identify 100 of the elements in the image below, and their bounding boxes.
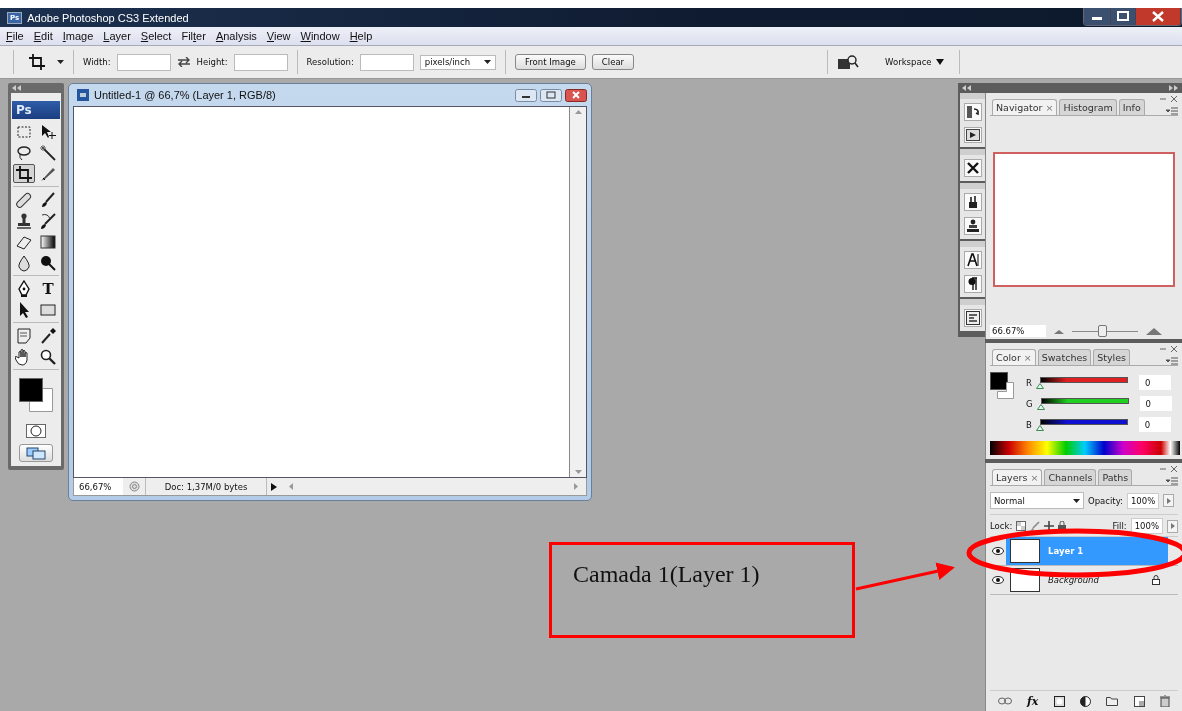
caret-icon[interactable] <box>57 60 64 64</box>
menu-item[interactable]: Edit <box>33 30 53 42</box>
navigator-zoom-field[interactable]: 66.67% <box>990 325 1046 337</box>
menu-item[interactable]: Help <box>349 30 373 42</box>
link-icon[interactable] <box>997 697 1012 705</box>
panel-menu-icon[interactable] <box>1166 107 1178 115</box>
layer-name: Background <box>1048 575 1099 585</box>
fill-arrow-button[interactable] <box>1167 519 1178 533</box>
panel-tab[interactable]: Layers × <box>992 469 1043 485</box>
play-icon <box>1166 497 1171 504</box>
option-button[interactable]: Clear <box>591 54 635 70</box>
collapse-icon[interactable] <box>962 85 971 91</box>
slider-thumb[interactable] <box>1035 382 1044 389</box>
character-panel-button[interactable] <box>963 251 982 269</box>
menu-item[interactable]: Window <box>300 30 340 42</box>
folder-icon[interactable] <box>1106 696 1119 706</box>
panel-tab[interactable]: Swatches <box>1037 349 1092 365</box>
opacity-arrow-button[interactable] <box>1163 494 1175 507</box>
eye-icon[interactable] <box>992 576 1004 584</box>
lock-transparency-icon[interactable] <box>1016 521 1027 531</box>
panel-menu-icon[interactable] <box>1166 477 1178 485</box>
tool-button[interactable] <box>13 164 35 183</box>
caret-icon <box>484 60 492 64</box>
bridge-icon[interactable] <box>837 54 860 70</box>
dodge-icon <box>39 253 57 272</box>
minimize-icon[interactable] <box>1084 8 1111 25</box>
right-arrow-icon <box>574 483 578 490</box>
menu-item[interactable]: Analysis <box>215 30 257 42</box>
slider-thumb[interactable] <box>1036 403 1045 410</box>
panel-tab[interactable]: Channels <box>1044 469 1097 485</box>
channel-value-field[interactable]: 0 <box>1138 417 1171 432</box>
color-spectrum[interactable] <box>990 441 1180 455</box>
close-icon[interactable] <box>1136 8 1181 25</box>
layer-comps-button[interactable] <box>963 309 982 327</box>
background-color-swatch[interactable] <box>997 382 1014 399</box>
slider-thumb[interactable] <box>1035 424 1044 431</box>
close-icon[interactable] <box>1170 345 1178 353</box>
menu-item[interactable]: Layer <box>103 30 131 42</box>
quick-mask-button[interactable] <box>26 424 46 438</box>
menu-item[interactable]: View <box>266 30 291 42</box>
panel-tab[interactable]: Info <box>1118 99 1145 115</box>
brushes-panel-button[interactable] <box>963 193 982 211</box>
resolution-field[interactable] <box>359 53 414 71</box>
panel-tab[interactable]: Styles <box>1093 349 1130 365</box>
new-layer-icon[interactable] <box>1133 695 1145 707</box>
tool-presets-button[interactable] <box>963 159 982 177</box>
trash-icon[interactable] <box>1160 695 1171 707</box>
pilcrow-icon <box>965 277 980 291</box>
close-icon[interactable] <box>1170 465 1178 473</box>
tool-button[interactable]: T <box>37 279 59 298</box>
workspace-menu[interactable]: Workspace <box>879 57 950 67</box>
clone-source-button[interactable] <box>963 217 982 235</box>
channel-value-field[interactable]: 0 <box>1138 375 1171 390</box>
menu-item[interactable]: File <box>6 30 24 42</box>
menu-item[interactable]: Select <box>140 30 172 42</box>
foreground-color-swatch[interactable] <box>19 378 43 402</box>
eye-icon[interactable] <box>992 547 1004 555</box>
height-label: Height: <box>196 57 228 67</box>
width-field[interactable] <box>116 53 171 71</box>
document-info: Doc: 1,37M/0 bytes <box>145 478 267 495</box>
zoom-in-icon[interactable] <box>1146 327 1162 335</box>
tool-button[interactable] <box>37 232 59 251</box>
zoom-slider[interactable] <box>1072 325 1138 337</box>
units-dropdown[interactable]: pixels/inch <box>419 54 497 70</box>
collapse-icon[interactable] <box>12 85 21 91</box>
close-icon[interactable] <box>1170 95 1178 103</box>
layer-row[interactable]: Background <box>1006 566 1168 594</box>
menu-item[interactable]: Image <box>62 30 94 42</box>
mask-icon[interactable] <box>1053 695 1065 707</box>
foreground-color-swatch[interactable] <box>990 372 1008 390</box>
opacity-field[interactable]: 100% <box>1126 492 1160 509</box>
move-icon[interactable] <box>1044 521 1055 531</box>
fill-field[interactable]: 100% <box>1130 518 1163 534</box>
swap-icon[interactable] <box>176 57 191 67</box>
history-panel-button[interactable] <box>963 103 982 121</box>
panel-menu-icon[interactable] <box>1166 357 1178 365</box>
panel-tab[interactable]: Paths <box>1098 469 1133 485</box>
maximize-icon[interactable] <box>1111 8 1136 25</box>
actions-panel-button[interactable] <box>963 127 982 143</box>
navigator-preview[interactable] <box>993 152 1175 287</box>
expand-icon[interactable] <box>1169 85 1178 91</box>
channel-value-field[interactable]: 0 <box>1139 396 1172 411</box>
height-field[interactable] <box>233 53 288 71</box>
panel-tab[interactable]: Color × <box>992 349 1036 365</box>
option-button[interactable]: Front Image <box>515 54 586 70</box>
brush-icon[interactable] <box>1030 521 1041 531</box>
panel-tab[interactable]: Navigator × <box>992 99 1058 115</box>
zoom-out-icon[interactable] <box>1054 328 1064 334</box>
minimize-icon[interactable] <box>515 88 537 102</box>
blend-mode-dropdown[interactable]: Normal <box>990 492 1084 509</box>
adjustment-icon[interactable] <box>1080 695 1092 707</box>
zoom-level[interactable]: 66,67% <box>74 478 123 495</box>
paragraph-panel-button[interactable] <box>963 275 982 293</box>
lock-icon[interactable] <box>1058 521 1067 531</box>
close-icon[interactable] <box>565 88 587 102</box>
drop-icon <box>15 253 33 272</box>
panel-tab[interactable]: Histogram <box>1059 99 1117 115</box>
layer-style-button[interactable]: fx <box>1027 694 1039 708</box>
menu-item[interactable]: Filter <box>181 30 206 42</box>
screen-mode-button[interactable] <box>19 444 53 462</box>
